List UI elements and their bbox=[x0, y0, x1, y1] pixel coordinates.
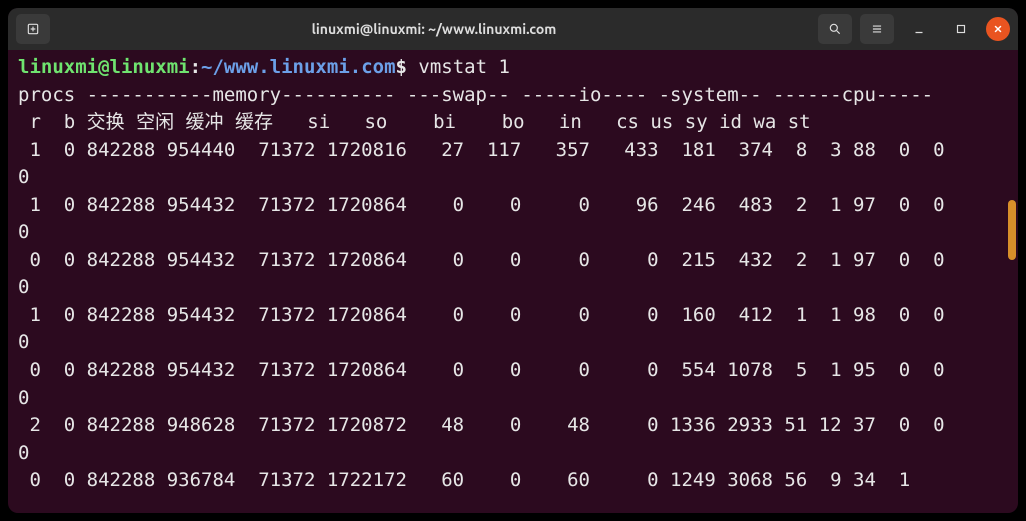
vmstat-header-groups: procs -----------memory---------- ---swa… bbox=[18, 84, 933, 106]
vmstat-rows: 1 0 842288 954440 71372 1720816 27 117 3… bbox=[18, 139, 945, 492]
prompt-path: ~/www.linuxmi.com bbox=[201, 56, 395, 78]
terminal-content[interactable]: linuxmi@linuxmi:~/www.linuxmi.com$ vmsta… bbox=[8, 50, 1018, 513]
prompt-user-host: linuxmi@linuxmi bbox=[18, 56, 190, 78]
vmstat-header-cols: r b 交换 空闲 缓冲 缓存 si so bi bo in cs us sy … bbox=[18, 111, 811, 133]
command-text: vmstat 1 bbox=[418, 56, 510, 78]
maximize-button[interactable] bbox=[944, 14, 978, 44]
minimize-button[interactable] bbox=[902, 14, 936, 44]
search-button[interactable] bbox=[818, 14, 852, 44]
menu-button[interactable] bbox=[860, 14, 894, 44]
shell-prompt: linuxmi@linuxmi:~/www.linuxmi.com$ bbox=[18, 56, 407, 78]
close-button[interactable] bbox=[986, 17, 1010, 41]
titlebar: linuxmi@linuxmi: ~/www.linuxmi.com bbox=[8, 8, 1018, 50]
window-title: linuxmi@linuxmi: ~/www.linuxmi.com bbox=[50, 21, 818, 37]
scrollbar-thumb[interactable] bbox=[1008, 200, 1016, 260]
new-tab-button[interactable] bbox=[16, 14, 50, 44]
terminal-window: linuxmi@linuxmi: ~/www.linuxmi.com linux… bbox=[8, 8, 1018, 513]
